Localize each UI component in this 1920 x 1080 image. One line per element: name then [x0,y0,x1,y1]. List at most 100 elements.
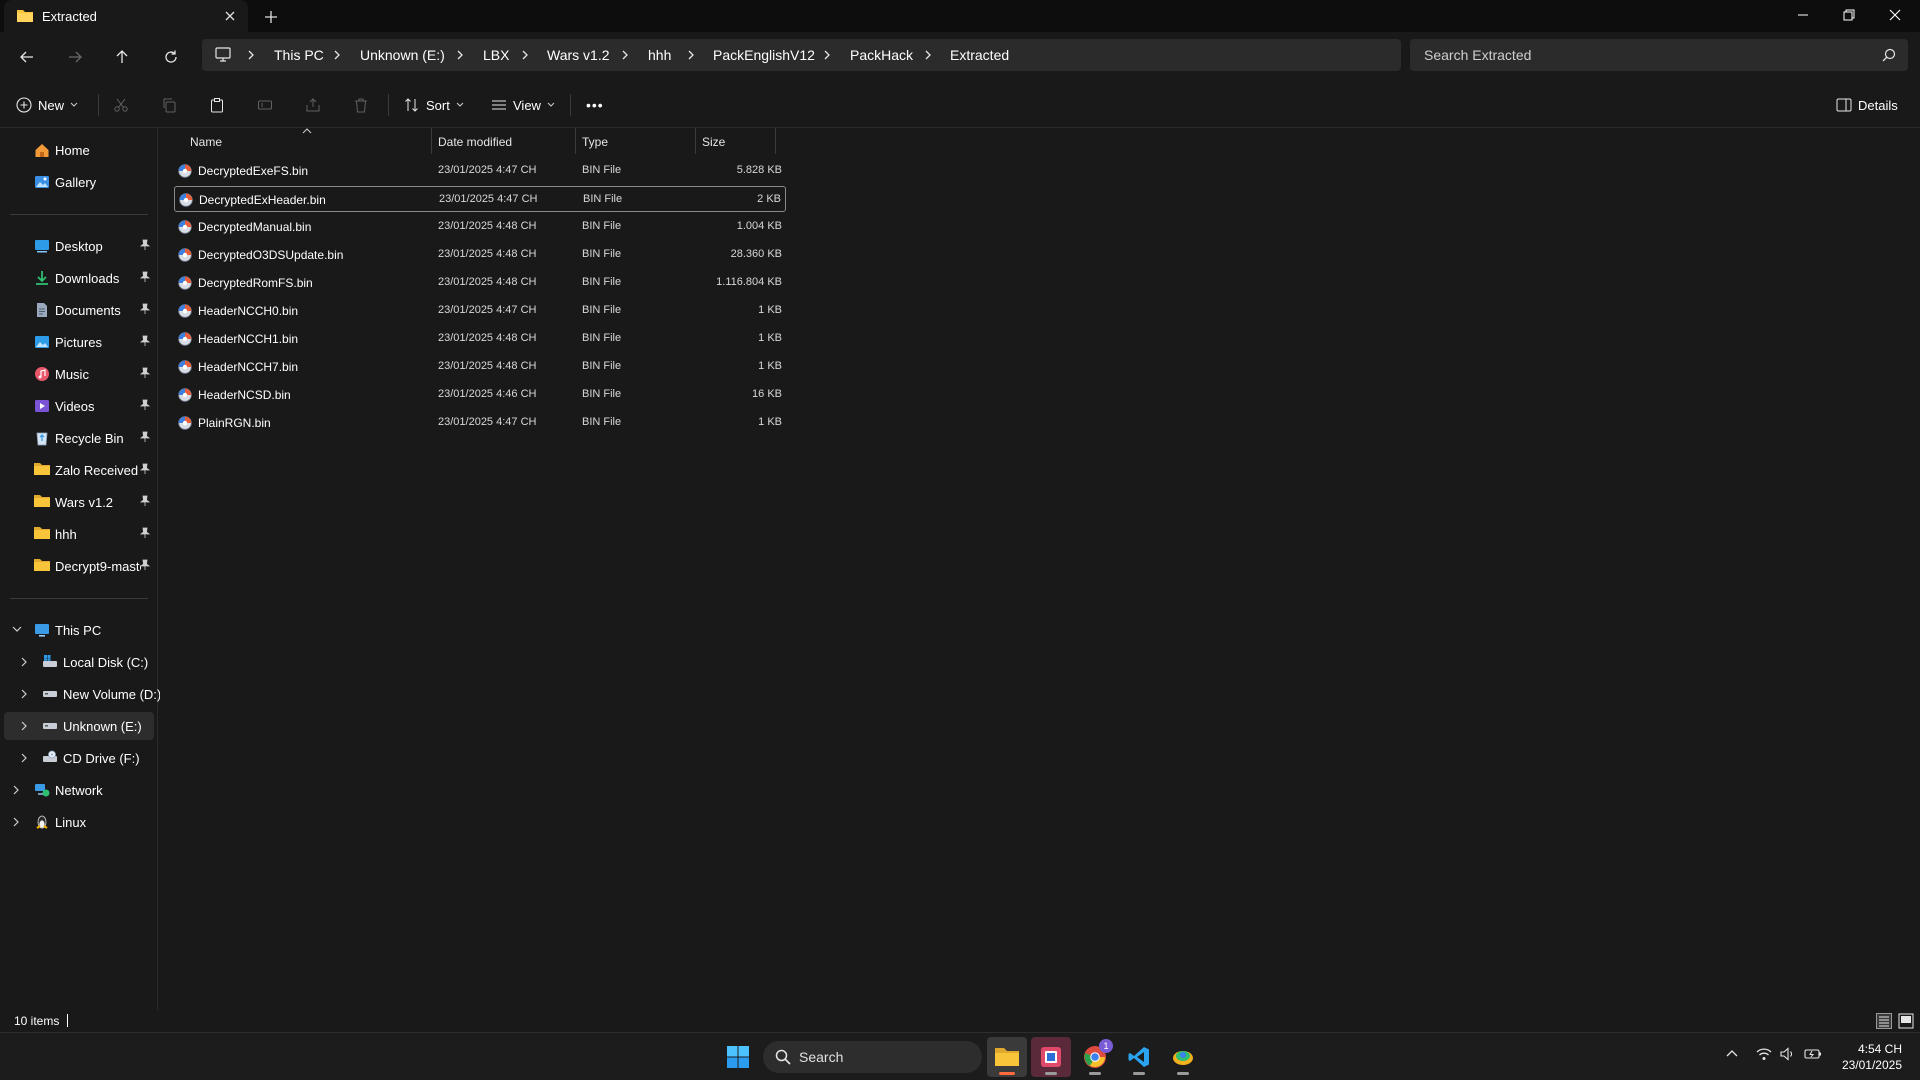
breadcrumb-hhh[interactable]: hhh [648,47,671,63]
sidebar-label: Desktop [55,239,103,254]
forward-button[interactable] [60,42,90,72]
wifi-icon[interactable] [1756,1047,1772,1061]
vscode-icon [1127,1045,1151,1069]
sort-button[interactable]: Sort [404,90,464,120]
copy-button[interactable] [161,90,177,120]
back-button[interactable] [12,42,42,72]
search-input[interactable]: Search Extracted [1410,39,1908,71]
file-type: BIN File [582,276,622,288]
sidebar-item-wars[interactable]: Wars v1.2 [4,488,154,516]
taskbar-app-5[interactable] [1163,1037,1203,1077]
breadcrumb-extracted[interactable]: Extracted [950,47,1009,63]
sidebar-item-music[interactable]: Music [4,360,154,388]
minimize-button[interactable] [1780,0,1826,30]
taskbar-vscode[interactable] [1119,1037,1159,1077]
chevron-right-icon[interactable] [12,817,20,827]
tab-extracted[interactable]: Extracted [4,0,248,32]
chevron-right-icon[interactable] [20,689,28,699]
sidebar-item-hhh[interactable]: hhh [4,520,154,548]
file-row[interactable]: DecryptedExHeader.bin 23/01/2025 4:47 CH B… [174,186,786,212]
column-divider[interactable] [775,128,776,154]
up-button[interactable] [107,42,137,72]
start-button[interactable] [718,1037,758,1077]
details-button[interactable]: Details [1836,90,1898,120]
sidebar-item-linux[interactable]: Linux [4,808,154,836]
sidebar-item-local-disk-c[interactable]: Local Disk (C:) [4,648,154,676]
sidebar-item-recycle-bin[interactable]: Recycle Bin [4,424,154,452]
file-row[interactable]: HeaderNCCH0.bin 23/01/2025 4:47 CH BIN Fil… [174,298,786,324]
sidebar-item-cd-drive-f[interactable]: CD Drive (F:) [4,744,154,772]
breadcrumb-unknown-e[interactable]: Unknown (E:) [360,47,445,63]
file-row[interactable]: DecryptedExeFS.bin 23/01/2025 4:47 CH BIN … [174,158,786,184]
cut-button[interactable] [113,90,129,120]
volume-icon[interactable] [1780,1047,1796,1061]
sidebar-item-pictures[interactable]: Pictures [4,328,154,356]
column-header-name[interactable]: Name [174,128,430,154]
clock-time[interactable]: 4:54 CH [1858,1042,1902,1056]
sidebar-item-downloads[interactable]: Downloads [4,264,154,292]
close-window-button[interactable] [1872,0,1918,30]
file-size: 28.360 KB [730,248,782,260]
sidebar-item-this-pc[interactable]: This PC [4,616,154,644]
file-row[interactable]: PlainRGN.bin 23/01/2025 4:47 CH BIN File 1 … [174,410,786,436]
share-button[interactable] [305,90,321,120]
large-icons-view-icon[interactable] [1898,1013,1914,1029]
file-row[interactable]: DecryptedO3DSUpdate.bin 23/01/2025 4:48 C… [174,242,786,268]
more-options-button[interactable]: ••• [586,90,604,120]
sidebar-item-desktop[interactable]: Desktop [4,232,154,260]
rename-button[interactable] [257,90,273,120]
breadcrumb-packhack[interactable]: PackHack [850,47,913,63]
breadcrumb-lbx[interactable]: LBX [483,47,509,63]
sidebar-label: Gallery [55,175,97,190]
chevron-right-icon[interactable] [12,785,20,795]
close-tab-icon[interactable] [220,6,240,26]
sidebar-item-videos[interactable]: Videos [4,392,154,420]
refresh-button[interactable] [156,42,186,72]
breadcrumb-wars[interactable]: Wars v1.2 [547,47,610,63]
view-button[interactable]: View [491,90,555,120]
file-row[interactable]: HeaderNCCH1.bin 23/01/2025 4:48 CH BIN Fil… [174,326,786,352]
chevron-right-icon[interactable] [20,753,28,763]
sidebar-item-network[interactable]: Network [4,776,154,804]
sidebar-item-zalo[interactable]: Zalo Received Fi [4,456,154,484]
sidebar-item-decrypt9[interactable]: Decrypt9-maste [4,552,154,580]
chevron-down-icon[interactable] [12,625,22,633]
file-explorer-icon [994,1046,1020,1068]
sidebar-item-unknown-e[interactable]: Unknown (E:) [4,712,154,740]
restore-button[interactable] [1826,0,1872,30]
taskbar-file-explorer[interactable] [987,1037,1027,1077]
file-row[interactable]: DecryptedRomFS.bin 23/01/2025 4:48 CH BIN … [174,270,786,296]
chevron-right-icon[interactable] [20,657,28,667]
column-header-size[interactable]: Size [696,128,776,154]
sidebar-item-new-volume-d[interactable]: New Volume (D:) [4,680,161,708]
file-date-modified: 23/01/2025 4:48 CH [438,276,537,288]
new-button[interactable]: New [16,90,78,120]
sidebar-label: CD Drive (F:) [63,751,140,766]
sidebar-item-documents[interactable]: Documents [4,296,154,324]
taskbar-app-2[interactable] [1031,1037,1071,1077]
chevron-up-icon[interactable] [1726,1049,1738,1057]
column-header-type[interactable]: Type [576,128,696,154]
breadcrumb-packenglish[interactable]: PackEnglishV12 [713,47,815,63]
chevron-right-icon[interactable] [20,721,28,731]
sidebar-item-home[interactable]: Home [4,136,154,164]
taskbar-search[interactable]: Search [763,1041,982,1073]
delete-button[interactable] [353,90,369,120]
address-bar[interactable]: This PC Unknown (E:) LBX Wars v1.2 hhh P… [202,39,1401,71]
breadcrumb-this-pc[interactable]: This PC [274,47,324,63]
taskbar-chrome[interactable]: 1 [1075,1037,1115,1077]
details-view-icon[interactable] [1876,1013,1892,1029]
chevron-right-icon [520,49,530,61]
sidebar-label: Unknown (E:) [63,719,142,734]
file-date-modified: 23/01/2025 4:48 CH [438,248,537,260]
sidebar-item-gallery[interactable]: Gallery [4,168,154,196]
column-header-date[interactable]: Date modified [432,128,576,154]
paste-button[interactable] [209,90,225,120]
file-row[interactable]: HeaderNCSD.bin 23/01/2025 4:46 CH BIN File… [174,382,786,408]
file-row[interactable]: DecryptedManual.bin 23/01/2025 4:48 CH BIN… [174,214,786,240]
new-tab-button[interactable] [258,6,284,28]
file-type: BIN File [582,360,622,372]
clock-date[interactable]: 23/01/2025 [1842,1058,1902,1072]
battery-icon[interactable] [1804,1048,1822,1060]
file-row[interactable]: HeaderNCCH7.bin 23/01/2025 4:48 CH BIN Fil… [174,354,786,380]
